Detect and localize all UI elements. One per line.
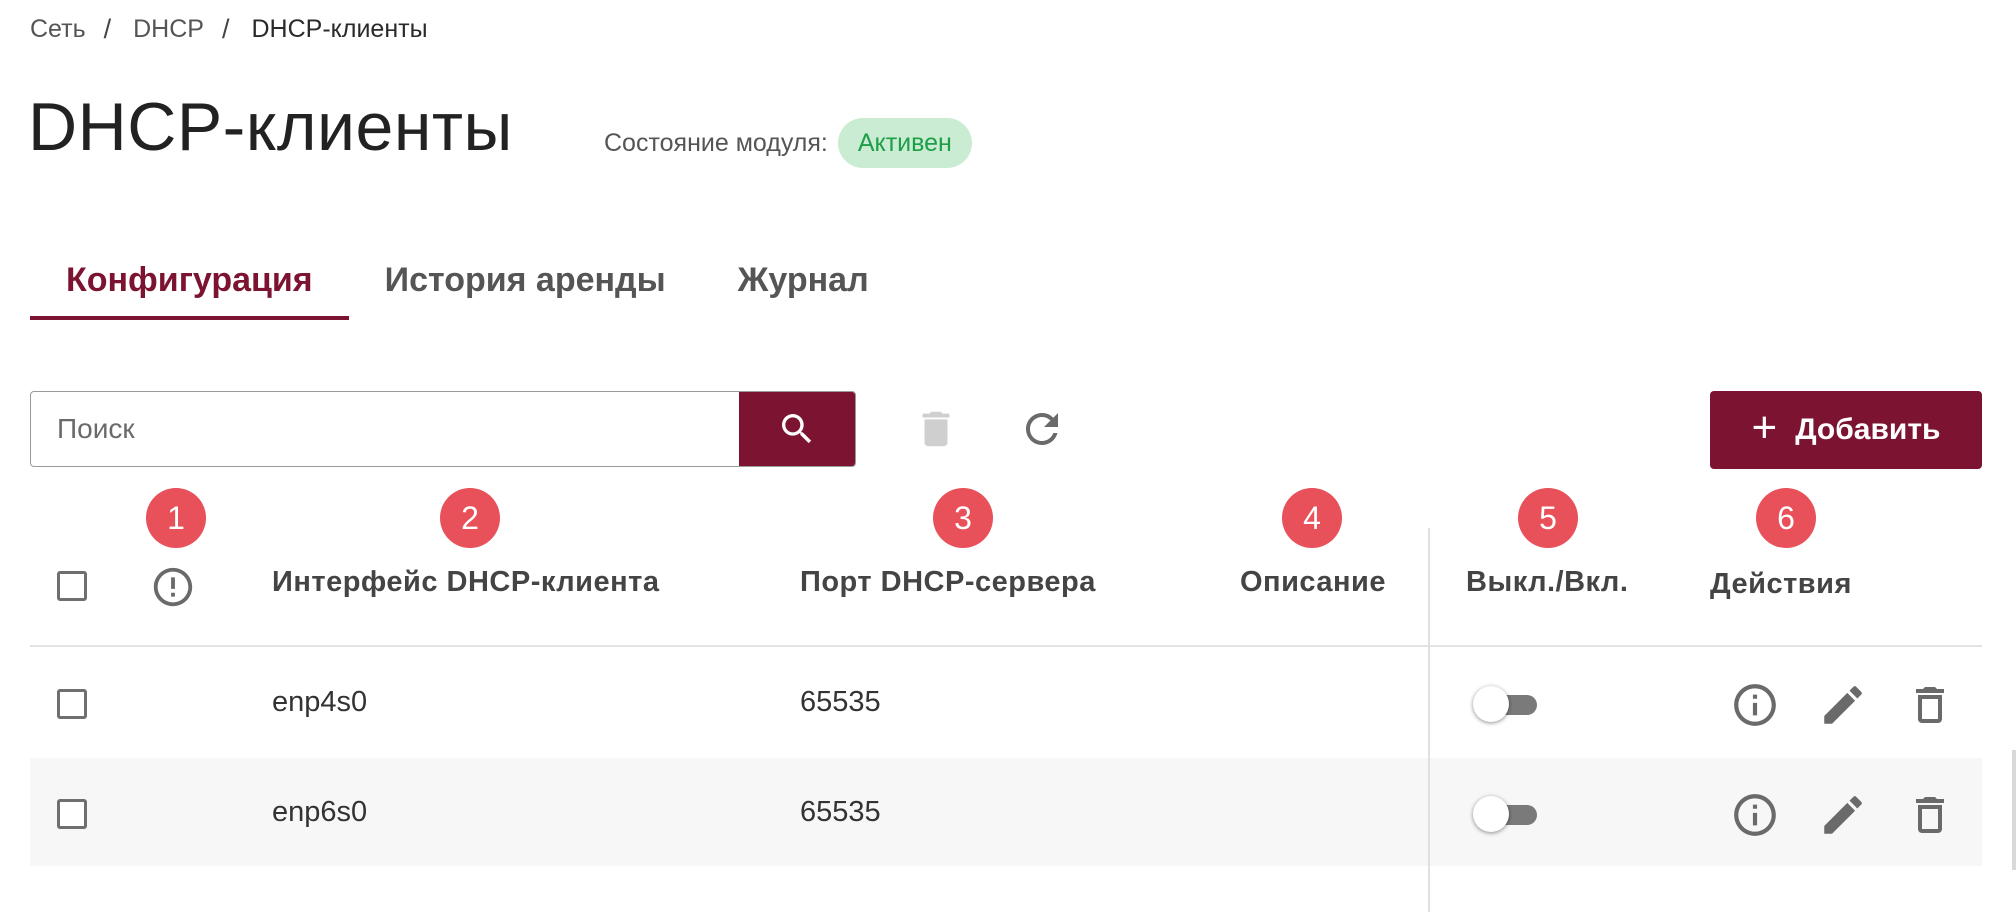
breadcrumb-separator: / (221, 14, 230, 44)
row-checkbox[interactable] (57, 689, 87, 719)
marker-3: 3 (933, 488, 993, 548)
marker-5: 5 (1518, 488, 1578, 548)
trash-icon (1916, 687, 1944, 723)
toggle-knob (1473, 796, 1509, 832)
info-icon (1734, 794, 1776, 836)
enable-toggle[interactable] (1473, 686, 1539, 724)
column-header-interface[interactable]: Интерфейс DHCP-клиента (272, 566, 659, 599)
status-badge: Активен (837, 118, 972, 168)
column-header-port[interactable]: Порт DHCP-сервера (800, 566, 1096, 599)
breadcrumb-separator: / (103, 14, 112, 44)
pencil-icon (1824, 796, 1862, 834)
trash-icon (1916, 797, 1944, 833)
cell-port: 65535 (800, 686, 881, 718)
bulk-delete-button[interactable] (906, 399, 966, 459)
alert-circle-icon (153, 567, 193, 607)
module-state: Состояние модуля: Активен (604, 118, 972, 168)
tab-bar: Конфигурация История аренды Журнал (30, 250, 905, 320)
enable-toggle[interactable] (1473, 796, 1539, 834)
trash-icon (922, 411, 950, 447)
column-header-description[interactable]: Описание (1240, 566, 1386, 599)
sticky-column-divider (1428, 528, 1430, 912)
status-column-header (150, 564, 196, 610)
refresh-button[interactable] (1012, 399, 1072, 459)
marker-4: 4 (1282, 488, 1342, 548)
breadcrumb: Сеть / DHCP / DHCP-клиенты (30, 14, 428, 45)
search-box (30, 391, 856, 467)
pencil-icon (1824, 686, 1862, 724)
edit-button[interactable] (1818, 790, 1868, 840)
info-button[interactable] (1730, 680, 1780, 730)
info-button[interactable] (1730, 790, 1780, 840)
module-state-label: Состояние модуля: (604, 128, 828, 157)
edit-button[interactable] (1818, 680, 1868, 730)
column-header-toggle: Выкл./Вкл. (1466, 566, 1629, 598)
delete-button[interactable] (1905, 680, 1955, 730)
marker-1: 1 (146, 488, 206, 548)
breadcrumb-item-dhcp[interactable]: DHCP (133, 15, 204, 44)
page-root: Сеть / DHCP / DHCP-клиенты DHCP-клиенты … (0, 0, 2016, 912)
marker-6: 6 (1756, 488, 1816, 548)
add-button-label: Добавить (1795, 413, 1941, 446)
column-header-actions: Действия (1710, 568, 1852, 600)
tab-journal[interactable]: Журнал (702, 250, 905, 316)
scrollbar-track[interactable] (2012, 750, 2016, 870)
select-all-checkbox[interactable] (57, 571, 87, 601)
search-button[interactable] (739, 392, 855, 466)
tab-lease-history[interactable]: История аренды (349, 250, 702, 316)
breadcrumb-item-current: DHCP-клиенты (251, 15, 428, 43)
row-checkbox[interactable] (57, 799, 87, 829)
plus-icon: + (1751, 403, 1778, 452)
cell-port: 65535 (800, 796, 881, 828)
marker-2: 2 (440, 488, 500, 548)
tab-configuration[interactable]: Конфигурация (30, 250, 349, 320)
breadcrumb-item-network[interactable]: Сеть (30, 15, 86, 44)
search-icon (782, 414, 812, 444)
cell-interface: enp6s0 (272, 796, 368, 828)
page-title: DHCP-клиенты (28, 89, 513, 165)
toggle-knob (1473, 686, 1509, 722)
search-input[interactable] (31, 392, 739, 466)
refresh-icon (1026, 413, 1058, 445)
delete-button[interactable] (1905, 790, 1955, 840)
cell-interface: enp4s0 (272, 686, 368, 718)
add-button[interactable]: + Добавить (1710, 391, 1982, 469)
info-icon (1734, 684, 1776, 726)
